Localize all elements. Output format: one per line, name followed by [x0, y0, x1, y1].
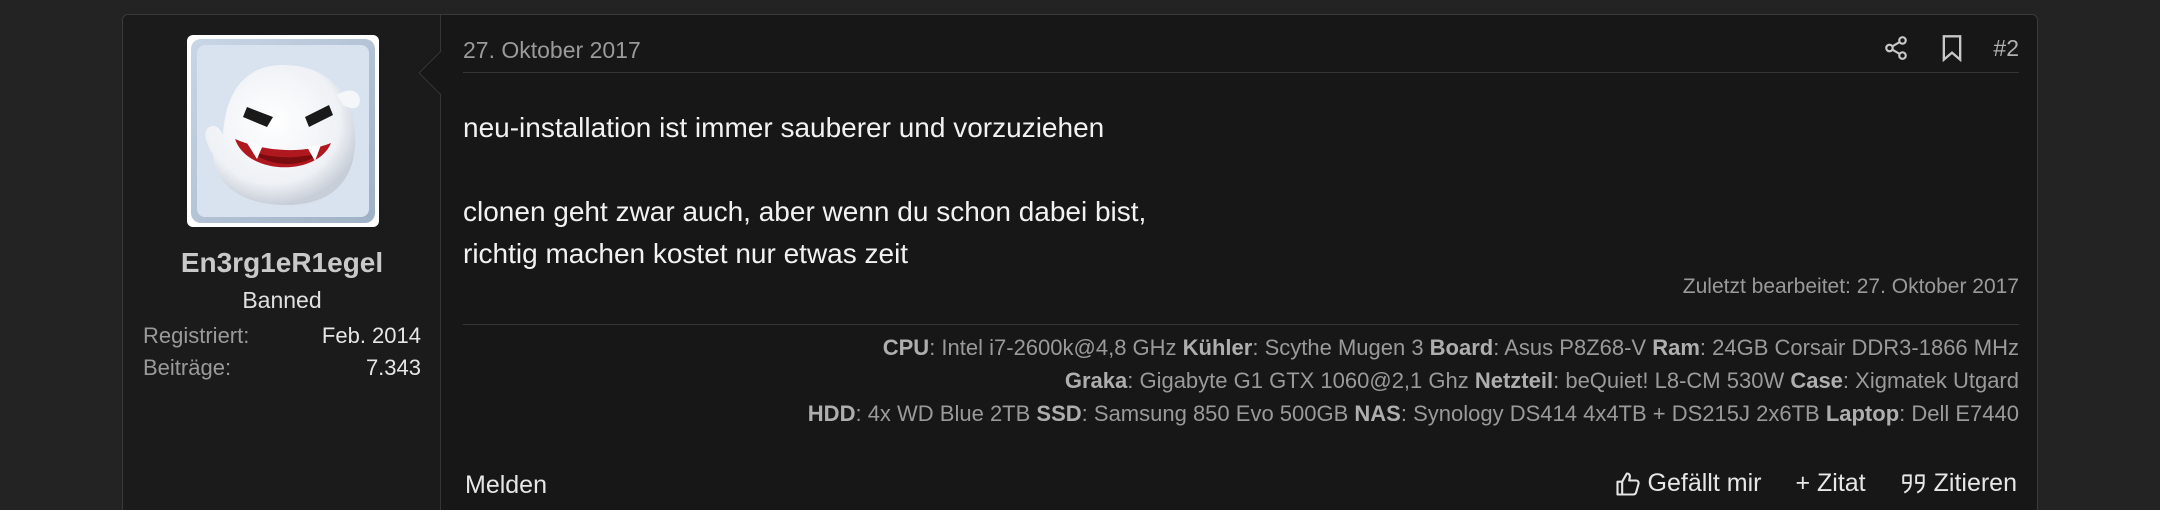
post-line: neu-installation ist immer sauberer und … — [463, 112, 1105, 143]
report-link[interactable]: Melden — [465, 471, 547, 500]
last-edited: Zuletzt bearbeitet: 27. Oktober 2017 — [1682, 275, 2019, 298]
quote-plus-button[interactable]: + Zitat — [1795, 469, 1865, 498]
post-date[interactable]: 27. Oktober 2017 — [463, 37, 641, 64]
message-content: 27. Oktober 2017 #2 neu-installation ist… — [463, 15, 2019, 510]
bookmark-icon[interactable] — [1937, 33, 1967, 63]
registered-value: Feb. 2014 — [321, 323, 421, 348]
signature-line-3: HDD: 4x WD Blue 2TB SSD: Samsung 850 Evo… — [807, 401, 2019, 426]
like-button[interactable]: Gefällt mir — [1614, 469, 1762, 498]
quote-icon — [1901, 473, 1925, 493]
reaction-bar: Gefällt mir + Zitat Zitieren — [1580, 469, 2017, 498]
signature: CPU: Intel i7-2600k@4,8 GHz Kühler: Scyt… — [808, 331, 2019, 430]
posts-value[interactable]: 7.343 — [366, 355, 421, 381]
posts-label: Beiträge: — [143, 355, 232, 380]
quote-label: Zitieren — [1933, 469, 2017, 497]
post-number[interactable]: #2 — [1993, 35, 2019, 62]
divider — [463, 72, 2019, 73]
post-body: neu-installation ist immer sauberer und … — [463, 107, 1146, 275]
post-line: richtig machen kostet nur etwas zeit — [463, 238, 909, 269]
thumbs-up-icon — [1615, 471, 1640, 496]
post-actions: #2 — [1881, 33, 2019, 63]
username[interactable]: En3rg1eR1egel — [123, 247, 441, 279]
signature-divider — [463, 324, 2019, 325]
share-icon[interactable] — [1881, 33, 1911, 63]
post-line: clonen geht zwar auch, aber wenn du scho… — [463, 196, 1147, 227]
quote-button[interactable]: Zitieren — [1900, 469, 2017, 498]
user-info-panel: En3rg1eR1egel Banned Registriert: Feb. 2… — [123, 15, 441, 510]
like-label: Gefällt mir — [1647, 469, 1762, 497]
boo-ghost-avatar-icon — [191, 39, 375, 223]
post-footer: Melden Gefällt mir + Zitat Zitieren — [463, 463, 2019, 503]
avatar[interactable] — [187, 35, 379, 227]
signature-line-2: Graka: Gigabyte G1 GTX 1060@2,1 Ghz Netz… — [1064, 368, 2019, 393]
registered-label: Registriert: — [143, 323, 250, 348]
user-title: Banned — [242, 287, 322, 313]
message-post: En3rg1eR1egel Banned Registriert: Feb. 2… — [122, 14, 2038, 510]
signature-line-1: CPU: Intel i7-2600k@4,8 GHz Kühler: Scyt… — [882, 335, 2019, 360]
